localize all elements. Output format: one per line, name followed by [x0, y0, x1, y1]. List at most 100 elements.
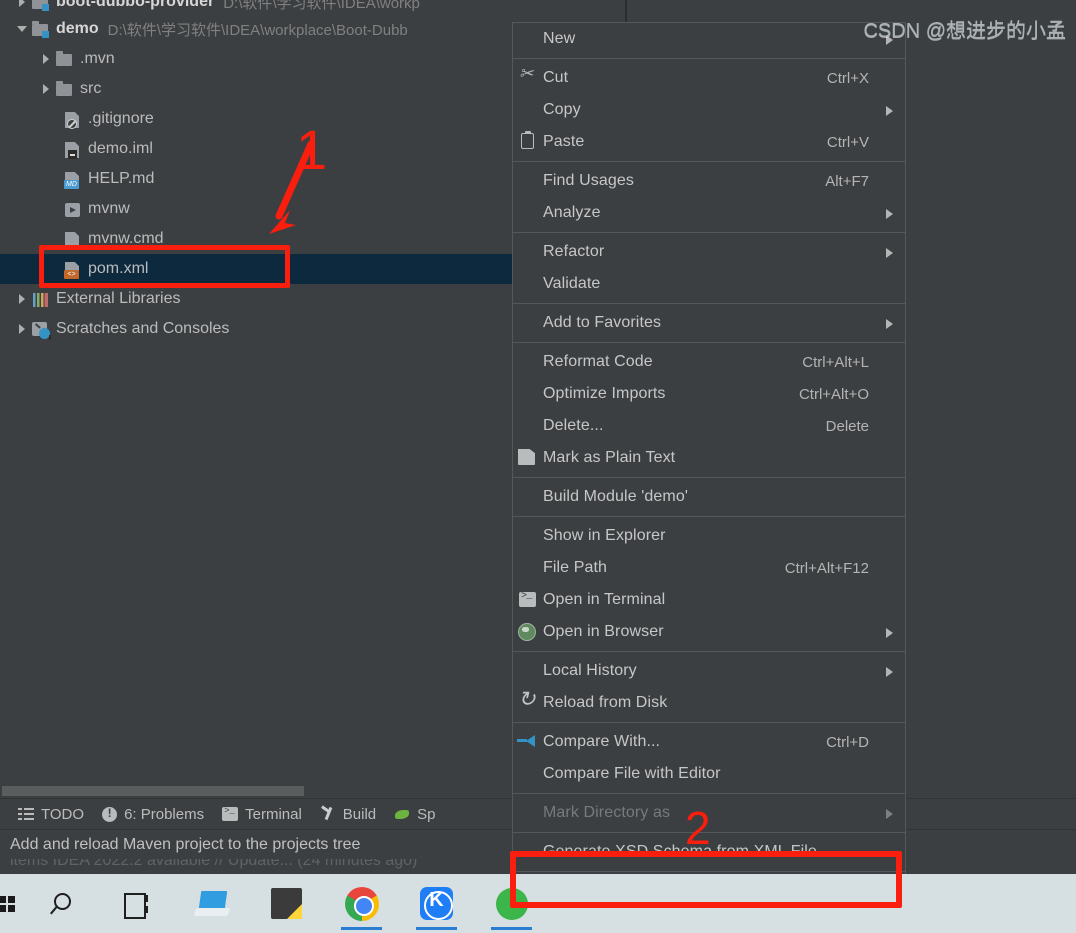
tree-row[interactable]: boot-dubbo-provider D:\软件\学习软件\IDEA\work…	[0, 0, 528, 14]
menu-item-optimize-imports[interactable]: Optimize Imports Ctrl+Alt+O	[513, 378, 905, 410]
task-view-icon	[123, 892, 150, 919]
menu-icon-slot	[513, 486, 543, 508]
tree-item-path: D:\软件\学习软件\IDEA\workplace\Boot-Dubb	[107, 21, 408, 39]
project-tree[interactable]: boot-dubbo-provider D:\软件\学习软件\IDEA\work…	[0, 0, 528, 344]
menu-separator	[513, 232, 905, 233]
todo-icon	[18, 806, 34, 822]
module-folder-icon	[30, 19, 50, 39]
menu-icon-slot	[513, 241, 543, 263]
menu-item-shortcut: Ctrl+X	[826, 69, 869, 87]
tool-window-terminal[interactable]: Terminal	[222, 806, 302, 823]
menu-item-cut[interactable]: Cut Ctrl+X	[513, 62, 905, 94]
chevron-right-icon[interactable]	[14, 284, 30, 314]
menu-icon-slot	[513, 802, 543, 824]
taskbar-chrome-app[interactable]	[324, 874, 399, 933]
tool-window-problems[interactable]: 6: Problems	[102, 806, 204, 823]
taskbar-laptop-app[interactable]	[174, 874, 249, 933]
menu-item-reformat-code[interactable]: Reformat Code Ctrl+Alt+L	[513, 346, 905, 378]
spring-icon	[394, 806, 410, 822]
context-menu[interactable]: New Cut Ctrl+X Copy Paste Ctrl+V Find Us…	[512, 22, 906, 933]
menu-item-delete[interactable]: Delete... Delete	[513, 410, 905, 442]
tree-row[interactable]: demo D:\软件\学习软件\IDEA\workplace\Boot-Dubb	[0, 14, 528, 44]
taskbar-sticky-notes-app[interactable]	[249, 874, 324, 933]
menu-item-shortcut: Ctrl+Alt+F12	[784, 559, 869, 577]
tree-row[interactable]: MD HELP.md	[0, 164, 528, 194]
tool-window-label: Build	[342, 805, 377, 823]
menu-item-label: Validate	[543, 275, 601, 292]
menu-separator	[513, 516, 905, 517]
taskbar-search-button[interactable]	[24, 874, 99, 933]
menu-item-paste[interactable]: Paste Ctrl+V	[513, 126, 905, 158]
menu-separator	[513, 161, 905, 162]
tree-row[interactable]: mvnw	[0, 194, 528, 224]
menu-item-label: Local History	[543, 662, 637, 679]
chevron-right-icon[interactable]	[38, 44, 54, 74]
menu-icon-slot	[513, 312, 543, 334]
menu-item-open-in-browser[interactable]: Open in Browser	[513, 616, 905, 648]
watermark: CSDN @想进步的小孟	[863, 20, 1066, 42]
menu-separator	[513, 303, 905, 304]
tree-row[interactable]: src	[0, 74, 528, 104]
menu-item-find-usages[interactable]: Find Usages Alt+F7	[513, 165, 905, 197]
menu-item-compare-file-with-editor[interactable]: Compare File with Editor	[513, 758, 905, 790]
chevron-right-icon[interactable]	[14, 314, 30, 344]
menu-icon-slot	[513, 273, 543, 295]
menu-separator	[513, 871, 905, 872]
compare-icon	[517, 734, 538, 748]
menu-item-mark-as-plain-text[interactable]: Mark as Plain Text	[513, 442, 905, 474]
menu-separator	[513, 342, 905, 343]
tree-row[interactable]: External Libraries	[0, 284, 528, 314]
scrollbar-thumb[interactable]	[2, 786, 304, 796]
menu-item-add-to-favorites[interactable]: Add to Favorites	[513, 307, 905, 339]
taskbar-green-app[interactable]	[474, 874, 549, 933]
menu-item-new[interactable]: New	[513, 23, 905, 55]
taskbar-task-view-button[interactable]	[99, 874, 174, 933]
menu-item-label: Compare With...	[543, 733, 661, 750]
menu-item-reload-from-disk[interactable]: Reload from Disk	[513, 687, 905, 719]
menu-item-label: Build Module 'demo'	[543, 488, 688, 505]
markdown-file-icon: MD	[62, 169, 82, 189]
menu-separator	[513, 793, 905, 794]
tree-item-label: Scratches and Consoles	[56, 320, 230, 337]
menu-icon-slot	[513, 99, 543, 121]
menu-item-validate[interactable]: Validate	[513, 268, 905, 300]
menu-item-compare-with[interactable]: Compare With... Ctrl+D	[513, 726, 905, 758]
chevron-right-icon[interactable]	[38, 74, 54, 104]
tree-item-label: HELP.md	[88, 170, 155, 187]
menu-item-refactor[interactable]: Refactor	[513, 236, 905, 268]
windows-taskbar[interactable]	[0, 874, 1076, 933]
tree-row[interactable]: demo.iml	[0, 134, 528, 164]
tree-item-label: boot-dubbo-provider	[56, 0, 215, 10]
tree-row[interactable]: mvnw.cmd	[0, 224, 528, 254]
menu-item-build-module[interactable]: Build Module 'demo'	[513, 481, 905, 513]
menu-icon-slot	[513, 763, 543, 785]
menu-item-show-in-explorer[interactable]: Show in Explorer	[513, 520, 905, 552]
chevron-down-icon[interactable]	[14, 14, 30, 44]
editor-tab-left[interactable]	[519, 0, 626, 24]
menu-item-shortcut: Ctrl+Alt+O	[798, 385, 869, 403]
tree-horizontal-scrollbar[interactable]	[2, 786, 526, 796]
tree-row[interactable]: .mvn	[0, 44, 528, 74]
taskbar-start-button[interactable]	[0, 874, 24, 933]
menu-item-generate-xsd-schema[interactable]: Generate XSD Schema from XML File...	[513, 836, 905, 868]
tree-row[interactable]: .gitignore	[0, 104, 528, 134]
menu-item-shortcut: Delete	[825, 417, 869, 435]
menu-item-analyze[interactable]: Analyze	[513, 197, 905, 229]
menu-icon-slot	[513, 170, 543, 192]
plain-text-icon	[518, 449, 535, 465]
menu-item-file-path[interactable]: File Path Ctrl+Alt+F12	[513, 552, 905, 584]
tool-window-build[interactable]: Build	[320, 806, 376, 823]
script-file-icon	[62, 199, 82, 219]
menu-item-copy[interactable]: Copy	[513, 94, 905, 126]
menu-item-open-in-terminal[interactable]: Open in Terminal	[513, 584, 905, 616]
tool-window-todo[interactable]: TODO	[18, 806, 84, 823]
problems-icon	[102, 806, 118, 822]
tree-row-pom-xml[interactable]: <> pom.xml	[0, 254, 528, 284]
menu-item-local-history[interactable]: Local History	[513, 655, 905, 687]
taskbar-kugou-app[interactable]	[399, 874, 474, 933]
tool-window-spring[interactable]: Sp	[394, 806, 436, 823]
menu-separator	[513, 58, 905, 59]
tree-row[interactable]: Scratches and Consoles	[0, 314, 528, 344]
screenshot-root: boot-dubbo-provider D:\软件\学习软件\IDEA\work…	[0, 0, 1076, 933]
menu-item-label: Refactor	[543, 243, 605, 260]
